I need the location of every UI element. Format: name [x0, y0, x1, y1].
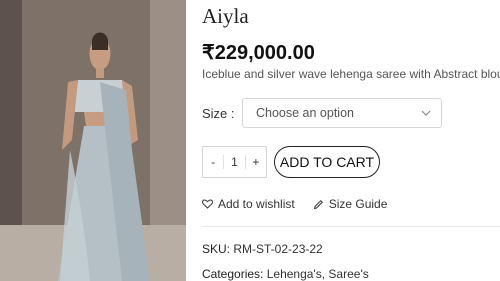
add-to-wishlist-label: Add to wishlist	[218, 197, 295, 211]
size-label-text: Size	[202, 106, 228, 121]
size-label: Size :	[202, 106, 235, 121]
size-guide-label: Size Guide	[328, 197, 388, 211]
add-to-cart-button[interactable]: ADD TO CART	[274, 146, 380, 178]
sku-row: SKU: RM-ST-02-23-22	[202, 242, 323, 256]
product-actions: Add to wishlist Size Guide	[202, 197, 387, 211]
pencil-icon	[313, 199, 323, 209]
categories-row: Categories: Lehenga's, Saree's	[202, 267, 369, 281]
divider	[202, 226, 500, 227]
category-link-lehengas[interactable]: Lehenga's	[267, 267, 322, 281]
categories-label: Categories:	[202, 267, 264, 281]
quantity-stepper: - 1 +	[202, 146, 267, 178]
product-summary: Aiyla ₹229,000.00 Iceblue and silver wav…	[202, 0, 500, 281]
product-photo-illustration	[0, 0, 186, 281]
product-description: Iceblue and silver wave lehenga saree wi…	[202, 67, 500, 81]
size-select-value: Choose an option	[256, 106, 354, 120]
size-select[interactable]: Choose an option	[242, 98, 442, 128]
quantity-plus-button[interactable]: +	[244, 155, 266, 169]
size-guide-link[interactable]: Size Guide	[313, 197, 388, 211]
sku-value: RM-ST-02-23-22	[233, 242, 323, 256]
category-separator: ,	[321, 267, 326, 281]
product-title: Aiyla	[202, 4, 249, 28]
quantity-input[interactable]: 1	[224, 155, 244, 169]
quantity-minus-button[interactable]: -	[203, 155, 225, 169]
heart-icon	[202, 199, 213, 209]
category-link-sarees[interactable]: Saree's	[328, 267, 368, 281]
product-price: ₹229,000.00	[202, 42, 315, 64]
sku-label: SKU:	[202, 242, 231, 256]
chevron-down-icon	[421, 110, 431, 116]
product-image[interactable]	[0, 0, 186, 281]
size-label-colon: :	[230, 106, 235, 121]
add-to-wishlist-link[interactable]: Add to wishlist	[202, 197, 295, 211]
